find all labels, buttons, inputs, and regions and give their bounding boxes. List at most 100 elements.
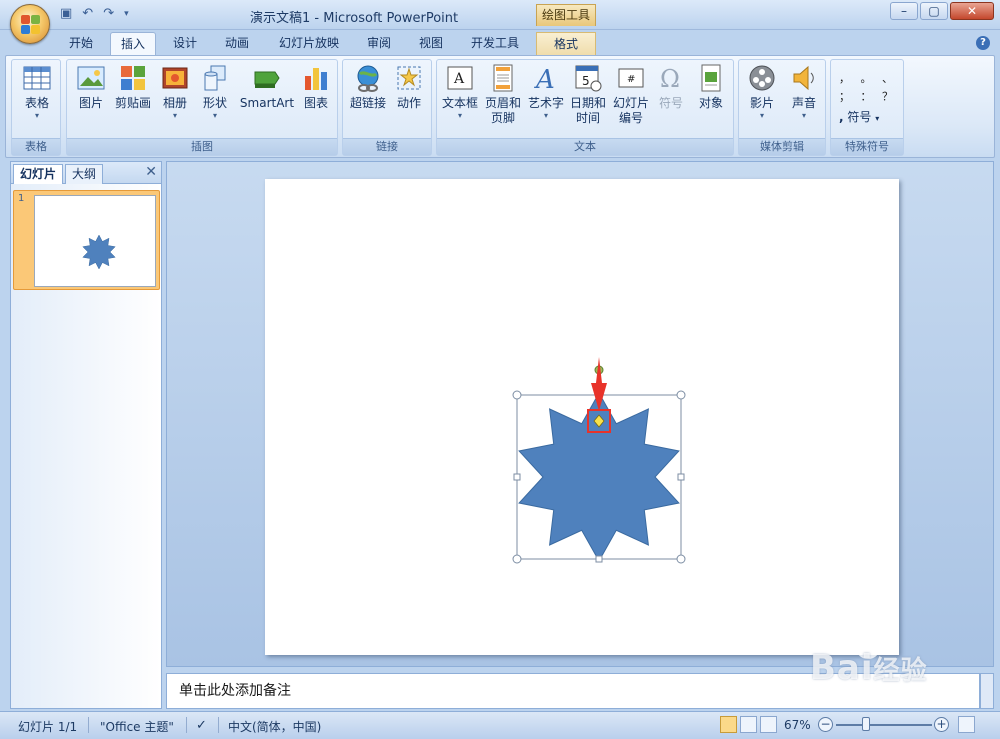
symbols-row-2[interactable]: ； ： ？ (839, 88, 893, 104)
save-icon[interactable]: ▣ (60, 6, 72, 21)
group-special-symbols: ， 。 、 ； ： ？ , 符号 ▾ 特殊符号 (830, 59, 904, 156)
hyperlink-icon (354, 64, 382, 92)
slide-number-icon: # (617, 64, 645, 92)
spellcheck-icon[interactable]: ✓ (196, 718, 207, 733)
slide-canvas[interactable] (265, 179, 899, 655)
resize-handle-bottom-left[interactable] (512, 554, 522, 564)
quick-access-toolbar: ▣ ↶ ↷ ▾ (60, 6, 129, 21)
tab-animations[interactable]: 动画 (214, 32, 260, 56)
group-media: 影片 ▾ 声音 ▾ 媒体剪辑 (738, 59, 826, 156)
slide-editing-area (166, 161, 994, 667)
group-label-illustrations: 插图 (67, 138, 337, 155)
tab-format[interactable]: 格式 (536, 32, 596, 56)
special-symbol-button[interactable]: , 符号 ▾ (839, 108, 879, 125)
tab-slideshow[interactable]: 幻灯片放映 (268, 32, 350, 56)
smartart-button[interactable]: SmartArt (239, 64, 295, 111)
clipart-button[interactable]: 剪贴画 (113, 64, 153, 111)
table-icon (23, 64, 51, 92)
omega-icon: Ω (657, 64, 685, 93)
zoom-slider-thumb[interactable] (862, 717, 870, 731)
maximize-button[interactable]: ▢ (920, 2, 948, 20)
symbol-button[interactable]: Ω 符号 (655, 64, 687, 111)
clipart-icon (119, 64, 147, 92)
tab-home[interactable]: 开始 (58, 32, 104, 56)
slides-pane: 幻灯片 大纲 ✕ 1 (10, 161, 162, 709)
slides-pane-tabs: 幻灯片 大纲 ✕ (11, 162, 161, 184)
resize-handle-bottom[interactable] (595, 555, 603, 563)
normal-view-button[interactable] (720, 716, 737, 733)
textbox-button[interactable]: A 文本框 ▾ (441, 64, 479, 121)
window-title: 演示文稿1 - Microsoft PowerPoint (250, 11, 459, 26)
shapes-button[interactable]: 形状 ▾ (197, 64, 233, 121)
tab-insert[interactable]: 插入 (110, 32, 156, 56)
zoom-level[interactable]: 67% (784, 718, 811, 732)
group-table: 表格 ▾ 表格 (11, 59, 61, 156)
sound-icon (790, 64, 818, 92)
notes-scrollbar[interactable] (980, 673, 994, 709)
status-separator (186, 717, 187, 733)
sound-button[interactable]: 声音 ▾ (785, 64, 823, 121)
picture-button[interactable]: 图片 (73, 64, 109, 111)
zoom-in-button[interactable]: + (934, 717, 949, 732)
photo-album-icon (161, 64, 189, 92)
group-label-special-symbols: 特殊符号 (831, 138, 903, 155)
resize-handle-bottom-right[interactable] (676, 554, 686, 564)
wordart-button[interactable]: A 艺术字 ▾ (527, 64, 565, 121)
svg-text:Ω: Ω (660, 65, 680, 92)
slide-thumbnail-1[interactable]: 1 (13, 190, 160, 290)
minimize-button[interactable]: – (890, 2, 918, 20)
tab-developer[interactable]: 开发工具 (460, 32, 530, 56)
close-button[interactable]: ✕ (950, 2, 994, 20)
slide-number-button[interactable]: # 幻灯片 编号 (611, 64, 651, 126)
ribbon-tabs: 开始 插入 设计 动画 幻灯片放映 审阅 视图 开发工具 格式 ? (0, 30, 1000, 56)
object-icon (697, 64, 725, 92)
wordart-icon: A (532, 64, 560, 95)
redo-icon[interactable]: ↷ (103, 6, 114, 21)
date-time-button[interactable]: 5 日期和 时间 (569, 64, 607, 126)
photo-album-button[interactable]: 相册 ▾ (157, 64, 193, 121)
title-bar: ▣ ↶ ↷ ▾ 演示文稿1 - Microsoft PowerPoint 绘图工… (0, 0, 1000, 30)
star-shape-selection[interactable] (505, 349, 705, 569)
zoom-out-button[interactable]: − (818, 717, 833, 732)
office-logo-icon (21, 15, 41, 35)
resize-handle-right[interactable] (677, 473, 685, 481)
slide-sorter-view-button[interactable] (740, 716, 757, 733)
action-button[interactable]: 动作 (391, 64, 427, 111)
header-footer-button[interactable]: 页眉和 页脚 (483, 64, 523, 126)
fit-to-window-button[interactable] (958, 716, 975, 733)
status-slide-count: 幻灯片 1/1 (18, 720, 78, 734)
hyperlink-button[interactable]: 超链接 (347, 64, 389, 111)
status-separator (218, 717, 219, 733)
symbols-row-1[interactable]: ， 。 、 (839, 70, 893, 86)
help-icon[interactable]: ? (976, 36, 990, 50)
window-controls: – ▢ ✕ (890, 2, 994, 20)
group-label-links: 链接 (343, 138, 431, 155)
tab-outline[interactable]: 大纲 (65, 164, 104, 184)
tab-view[interactable]: 视图 (408, 32, 454, 56)
undo-icon[interactable]: ↶ (82, 6, 93, 21)
tab-review[interactable]: 审阅 (356, 32, 402, 56)
shapes-icon (201, 64, 229, 92)
tab-slides[interactable]: 幻灯片 (13, 164, 64, 184)
group-links: 超链接 动作 链接 (342, 59, 432, 156)
zoom-slider-track[interactable] (836, 724, 932, 726)
chart-button[interactable]: 图表 (299, 64, 333, 111)
group-label-media: 媒体剪辑 (739, 138, 825, 155)
svg-text:5: 5 (582, 74, 590, 88)
resize-handle-top-right[interactable] (676, 390, 686, 400)
notes-pane[interactable]: 单击此处添加备注 (166, 673, 980, 709)
object-button[interactable]: 对象 (693, 64, 729, 111)
status-separator (88, 717, 89, 733)
pane-close-icon[interactable]: ✕ (145, 164, 157, 180)
customize-qat-icon[interactable]: ▾ (124, 9, 129, 19)
action-icon (395, 64, 423, 92)
movie-button[interactable]: 影片 ▾ (743, 64, 781, 121)
svg-text:A: A (534, 65, 555, 92)
tab-design[interactable]: 设计 (162, 32, 208, 56)
resize-handle-top-left[interactable] (512, 390, 522, 400)
resize-handle-left[interactable] (513, 473, 521, 481)
svg-text:A: A (453, 71, 465, 87)
office-button[interactable] (10, 4, 50, 44)
slideshow-view-button[interactable] (760, 716, 777, 733)
table-button[interactable]: 表格 ▾ (18, 64, 56, 121)
